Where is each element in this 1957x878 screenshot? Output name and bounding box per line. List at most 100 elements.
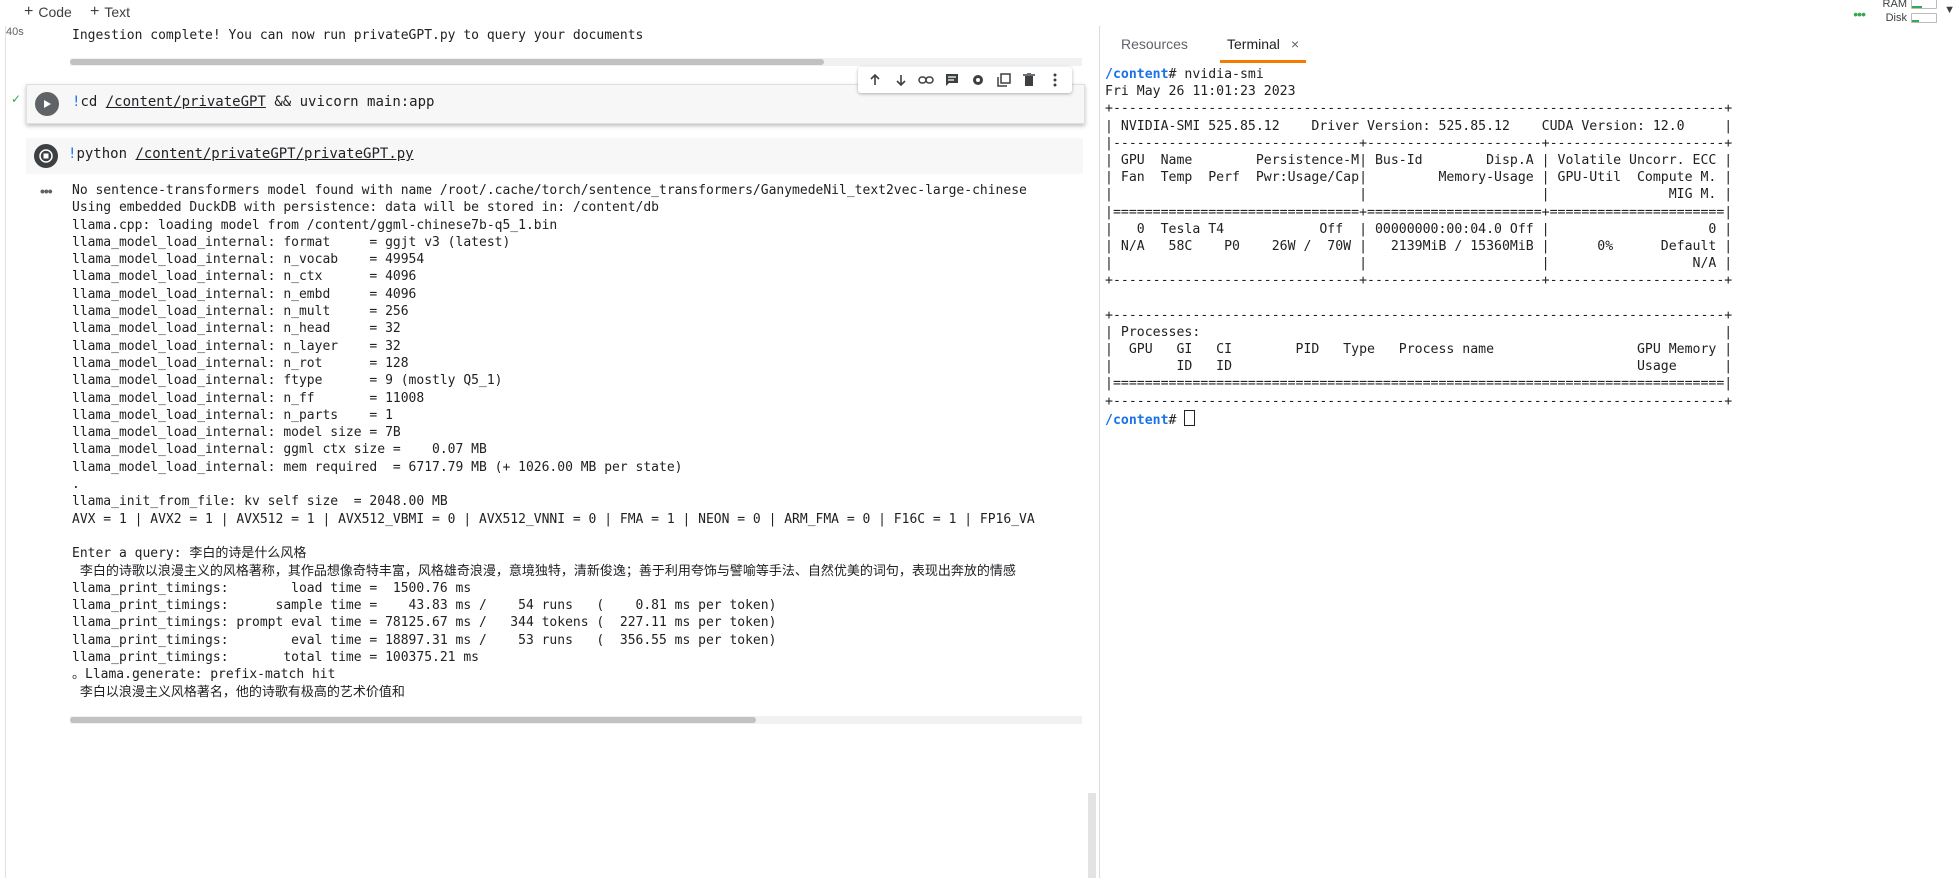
output-line: llama_model_load_internal: n_rot = 128 xyxy=(72,355,409,371)
ram-label: RAM xyxy=(1882,0,1907,10)
notebook-vertical-scrollbar[interactable] xyxy=(1088,793,1096,878)
cell-command-rest: && uvicorn main:app xyxy=(265,94,435,110)
output-horizontal-scrollbar[interactable] xyxy=(70,59,824,65)
terminal-line: | N/A 58C P0 26W / 70W | 2139MiB / 15360… xyxy=(1105,238,1953,255)
output-line: . xyxy=(72,477,80,493)
terminal-text: +---------------------------------------… xyxy=(1105,101,1733,117)
terminal-line: +---------------------------------------… xyxy=(1105,100,1953,117)
terminal-text: | | | N/A | xyxy=(1105,256,1733,272)
terminal-text: +---------------------------------------… xyxy=(1105,393,1733,409)
link-icon[interactable] xyxy=(916,70,936,90)
ram-usage-bar xyxy=(1911,0,1937,9)
cell-code[interactable]: !python /content/privateGPT/privateGPT.p… xyxy=(68,146,414,162)
output-line: 。Llama.generate: prefix-match hit xyxy=(72,667,336,683)
output-line: Using embedded DuckDB with persistence: … xyxy=(72,200,659,216)
more-options-icon[interactable] xyxy=(1045,70,1065,90)
output-line: llama_init_from_file: kv self size = 204… xyxy=(72,494,448,510)
cell-code[interactable]: !cd /content/privateGPT && uvicorn main:… xyxy=(72,94,434,110)
terminal-line: | Processes: | xyxy=(1105,324,1953,341)
cell-path-link[interactable]: /content/privateGPT xyxy=(106,94,266,110)
cell-command: python xyxy=(76,146,136,162)
terminal-text: | NVIDIA-SMI 525.85.12 Driver Version: 5… xyxy=(1105,118,1733,134)
terminal-line: | GPU Name Persistence-M| Bus-Id Disp.A … xyxy=(1105,152,1953,169)
add-text-label: Text xyxy=(104,4,131,20)
comment-icon[interactable] xyxy=(942,70,962,90)
play-icon xyxy=(44,100,51,108)
output-line: AVX = 1 | AVX2 = 1 | AVX512 = 1 | AVX512… xyxy=(72,511,1035,527)
output-menu-icon[interactable]: ••• xyxy=(40,183,53,199)
tab-resources[interactable]: Resources xyxy=(1121,36,1188,52)
output-line: 李白的诗歌以浪漫主义的风格著称，其作品想像奇特丰富，风格雄奇浪漫，意境独特，清新… xyxy=(72,563,1016,579)
output-line: llama_print_timings: prompt eval time = … xyxy=(72,615,777,631)
terminal-text: | Fan Temp Perf Pwr:Usage/Cap| Memory-Us… xyxy=(1105,170,1733,186)
add-code-button[interactable]: + Code xyxy=(24,2,72,22)
ram-disk-indicator[interactable]: RAM Disk xyxy=(1847,0,1937,25)
cell-toolbar xyxy=(858,67,1072,93)
plus-icon: + xyxy=(90,3,100,20)
output-line: llama_print_timings: load time = 1500.76… xyxy=(72,580,472,596)
terminal-line: | | | N/A | xyxy=(1105,255,1953,272)
add-text-button[interactable]: + Text xyxy=(90,2,130,22)
move-down-icon[interactable] xyxy=(891,70,911,90)
running-stop-icon xyxy=(39,149,53,163)
output-line: llama.cpp: loading model from /content/g… xyxy=(72,217,558,233)
terminal-text: # xyxy=(1168,412,1185,428)
move-up-icon[interactable] xyxy=(865,70,885,90)
check-icon: ✓ xyxy=(11,92,22,106)
terminal-prompt: /content xyxy=(1105,412,1169,428)
active-tab-indicator xyxy=(1220,60,1306,63)
terminal-line: /content# nvidia-smi xyxy=(1105,66,1953,83)
tab-terminal[interactable]: Terminal xyxy=(1227,36,1280,52)
terminal-line: |===============================+=======… xyxy=(1105,204,1953,221)
code-cell-privategpt[interactable]: !python /content/privateGPT/privateGPT.p… xyxy=(26,138,1083,174)
terminal-text: | GPU Name Persistence-M| Bus-Id Disp.A … xyxy=(1105,152,1733,168)
plus-icon: + xyxy=(24,3,34,20)
side-panel: Resources Terminal × /content# nvidia-sm… xyxy=(1100,26,1957,878)
output-line: llama_model_load_internal: mem required … xyxy=(72,459,683,475)
output-line: llama_model_load_internal: ftype = 9 (mo… xyxy=(72,373,503,389)
output-line: llama_print_timings: sample time = 43.83… xyxy=(72,598,777,614)
cell-command: cd xyxy=(80,94,106,110)
terminal-text: +-------------------------------+-------… xyxy=(1105,273,1733,289)
close-icon[interactable]: × xyxy=(1291,36,1299,52)
output-horizontal-scrollbar[interactable] xyxy=(70,717,756,723)
run-cell-button[interactable] xyxy=(35,92,59,116)
output-line: llama_model_load_internal: format = ggjt… xyxy=(72,234,511,250)
terminal-text: | 0 Tesla T4 Off | 00000000:00:04.0 Off … xyxy=(1105,221,1733,237)
top-toolbar: + Code + Text ••• RAM Disk ▼ xyxy=(0,0,1957,27)
output-line: llama_print_timings: total time = 100375… xyxy=(72,650,479,666)
terminal-line: /content# xyxy=(1105,409,1953,428)
terminal-cursor[interactable] xyxy=(1184,409,1196,426)
terminal-line: | ID ID Usage | xyxy=(1105,358,1953,375)
terminal-text: +---------------------------------------… xyxy=(1105,307,1733,323)
terminal-output[interactable]: /content# nvidia-smi Fri May 26 11:01:23 … xyxy=(1105,66,1953,866)
terminal-line: |=======================================… xyxy=(1105,375,1953,392)
stop-cell-button[interactable] xyxy=(34,144,58,168)
output-line: llama_model_load_internal: n_layer = 32 xyxy=(72,338,401,354)
output-line: 李白以浪漫主义风格著名，他的诗歌有极高的艺术价值和 xyxy=(72,684,405,700)
add-code-label: Code xyxy=(38,4,72,20)
disk-usage-bar xyxy=(1911,13,1937,23)
output-line: llama_model_load_internal: n_ctx = 4096 xyxy=(72,269,417,285)
output-line: llama_model_load_internal: n_vocab = 499… xyxy=(72,252,425,268)
delete-icon[interactable] xyxy=(1019,70,1039,90)
terminal-text: |-------------------------------+-------… xyxy=(1105,135,1733,151)
terminal-line: |-------------------------------+-------… xyxy=(1105,135,1953,152)
terminal-text: | N/A 58C P0 26W / 70W | 2139MiB / 15360… xyxy=(1105,238,1733,254)
terminal-line: | NVIDIA-SMI 525.85.12 Driver Version: 5… xyxy=(1105,118,1953,135)
chevron-down-icon[interactable]: ▼ xyxy=(1944,4,1955,16)
gear-icon[interactable] xyxy=(968,70,988,90)
cell-output: No sentence-transformers model found wit… xyxy=(72,182,1082,702)
terminal-text: |===============================+=======… xyxy=(1105,204,1733,220)
terminal-line: Fri May 26 11:01:23 2023 xyxy=(1105,83,1953,100)
terminal-prompt: /content xyxy=(1105,67,1169,82)
mirror-cell-icon[interactable] xyxy=(994,70,1014,90)
terminal-text: # nvidia-smi xyxy=(1168,67,1264,82)
previous-output-line: Ingestion complete! You can now run priv… xyxy=(72,28,644,43)
terminal-line: +---------------------------------------… xyxy=(1105,393,1953,410)
cell-path-link[interactable]: /content/privateGPT/privateGPT.py xyxy=(135,146,413,162)
gutter-divider xyxy=(5,26,6,878)
output-line: llama_model_load_internal: n_mult = 256 xyxy=(72,304,409,320)
